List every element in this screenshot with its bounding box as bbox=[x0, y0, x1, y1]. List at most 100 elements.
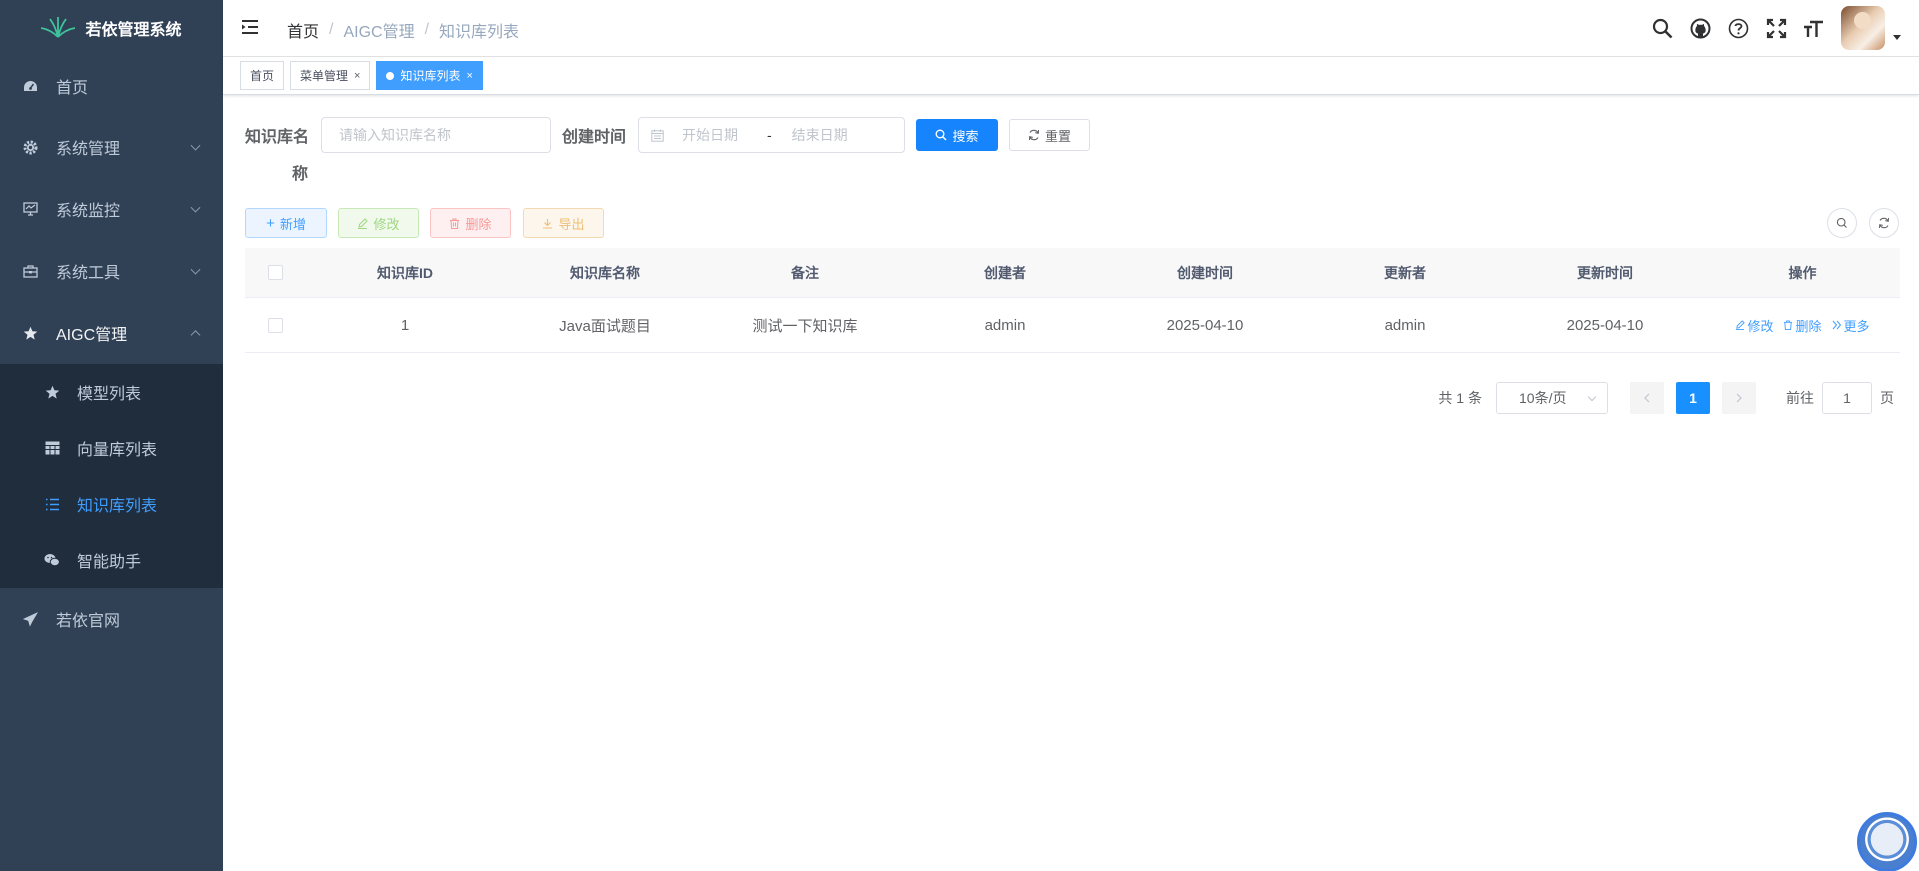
search-button[interactable]: 搜索 bbox=[916, 119, 998, 151]
name-search-input[interactable]: 请输入知识库名称 bbox=[321, 117, 551, 153]
sidebar-item-assistant[interactable]: 智能助手 bbox=[0, 532, 223, 588]
chevron-down-icon bbox=[1587, 392, 1597, 402]
sidebar-item-label: 向量库列表 bbox=[77, 442, 158, 459]
breadcrumb-separator: / bbox=[424, 21, 430, 38]
tag-label: 首页 bbox=[250, 69, 275, 83]
help-icon[interactable] bbox=[1727, 17, 1749, 39]
download-icon bbox=[542, 218, 553, 229]
start-date-input[interactable]: 开始日期 bbox=[682, 125, 762, 145]
export-button[interactable]: 导出 bbox=[523, 208, 604, 238]
sidebar-item-label: 系统管理 bbox=[56, 141, 121, 158]
chat-bot-icon[interactable] bbox=[1857, 812, 1917, 871]
caret-down-icon[interactable] bbox=[1893, 34, 1901, 40]
sidebar-item-system-monitor[interactable]: 系统监控 bbox=[0, 178, 223, 240]
close-icon[interactable]: × bbox=[466, 70, 472, 82]
delete-button[interactable]: 删除 bbox=[430, 208, 511, 238]
list-icon bbox=[44, 496, 60, 512]
goto-label: 前往 bbox=[1786, 390, 1814, 406]
sidebar-item-system-tools[interactable]: 系统工具 bbox=[0, 240, 223, 302]
column-header: 创建时间 bbox=[1177, 264, 1233, 281]
refresh-table-button[interactable] bbox=[1869, 208, 1899, 238]
tag-knowledge-list[interactable]: 知识库列表 × bbox=[376, 61, 483, 90]
page-suffix: 页 bbox=[1880, 390, 1894, 406]
chevron-right-icon bbox=[1736, 393, 1742, 403]
cell-updater: admin bbox=[1384, 316, 1426, 334]
breadcrumb-aigc: AIGC管理 bbox=[343, 24, 415, 41]
sidebar-item-knowledge-list[interactable]: 知识库列表 bbox=[0, 476, 223, 532]
pagination: 共 1 条 10条/页 1 前往 1 页 bbox=[1438, 382, 1894, 414]
search-button-label: 搜索 bbox=[952, 128, 979, 144]
font-size-icon[interactable] bbox=[1803, 17, 1825, 39]
row-more-label: 更多 bbox=[1843, 318, 1870, 334]
monitor-icon bbox=[22, 201, 38, 217]
close-icon[interactable]: × bbox=[354, 70, 360, 82]
column-header: 知识库ID bbox=[377, 264, 433, 281]
tag-home[interactable]: 首页 bbox=[240, 61, 285, 90]
tag-label: 菜单管理 bbox=[300, 69, 349, 83]
gear-icon bbox=[22, 139, 38, 155]
prev-page-button[interactable] bbox=[1630, 382, 1664, 414]
table-header: 知识库ID 知识库名称 备注 创建者 创建时间 更新者 更新时间 操作 bbox=[245, 248, 1900, 298]
search-icon[interactable] bbox=[1651, 17, 1673, 39]
dashboard-icon bbox=[22, 78, 38, 94]
sidebar-item-official-site[interactable]: 若依官网 bbox=[0, 588, 223, 650]
app-title: 若依管理系统 bbox=[85, 22, 182, 39]
sidebar-item-home[interactable]: 首页 bbox=[0, 56, 223, 116]
delete-button-label: 删除 bbox=[465, 216, 492, 232]
fullscreen-icon[interactable] bbox=[1765, 17, 1787, 39]
column-header: 操作 bbox=[1788, 264, 1817, 281]
trash-icon bbox=[449, 218, 460, 229]
sidebar-item-label: 系统工具 bbox=[56, 265, 121, 282]
github-icon[interactable] bbox=[1689, 17, 1711, 39]
toggle-search-button[interactable] bbox=[1827, 208, 1857, 238]
edit-button[interactable]: 修改 bbox=[338, 208, 419, 238]
tag-menu-management[interactable]: 菜单管理 × bbox=[290, 61, 371, 90]
double-arrow-right-icon bbox=[1832, 320, 1841, 330]
sidebar-item-label: 知识库列表 bbox=[77, 498, 158, 515]
breadcrumb-current: 知识库列表 bbox=[439, 24, 520, 41]
next-page-button[interactable] bbox=[1722, 382, 1756, 414]
page-size-select[interactable]: 10条/页 bbox=[1496, 382, 1608, 414]
sidebar-item-model-list[interactable]: 模型列表 bbox=[0, 364, 223, 420]
cell-create-time: 2025-04-10 bbox=[1166, 316, 1244, 334]
sidebar-item-aigc[interactable]: AIGC管理 bbox=[0, 302, 223, 364]
sidebar: 若依管理系统 首页 系统管理 系统监控 系统工具 AIGC管理 模型列表 向量库… bbox=[0, 0, 223, 871]
row-more-link[interactable]: 更多 bbox=[1832, 316, 1870, 335]
avatar[interactable] bbox=[1841, 6, 1885, 50]
row-edit-link[interactable]: 修改 bbox=[1735, 316, 1773, 335]
select-all-checkbox[interactable] bbox=[267, 265, 283, 280]
wechat-icon bbox=[44, 552, 60, 568]
row-delete-link[interactable]: 删除 bbox=[1783, 316, 1822, 335]
reset-button-label: 重置 bbox=[1044, 128, 1071, 144]
edit-icon bbox=[1736, 320, 1746, 330]
knowledge-table: 知识库ID 知识库名称 备注 创建者 创建时间 更新者 更新时间 操作 1 Ja… bbox=[245, 248, 1900, 353]
date-range-picker[interactable]: 开始日期 - 结束日期 bbox=[638, 117, 905, 153]
range-separator: - bbox=[767, 127, 772, 143]
end-date-input[interactable]: 结束日期 bbox=[792, 125, 848, 145]
sidebar-item-label: AIGC管理 bbox=[56, 327, 128, 344]
hamburger-icon[interactable] bbox=[241, 19, 259, 35]
page-number-current[interactable]: 1 bbox=[1676, 382, 1710, 414]
table-row: 1 Java面试题目 测试一下知识库 admin 2025-04-10 admi… bbox=[245, 298, 1900, 353]
logo[interactable]: 若依管理系统 bbox=[0, 0, 223, 56]
edit-icon bbox=[357, 217, 369, 229]
refresh-icon bbox=[1028, 129, 1040, 141]
column-header: 更新者 bbox=[1384, 264, 1426, 281]
breadcrumb-home[interactable]: 首页 bbox=[287, 18, 319, 42]
sidebar-item-system-management[interactable]: 系统管理 bbox=[0, 116, 223, 178]
edit-button-label: 修改 bbox=[373, 216, 400, 232]
chevron-left-icon bbox=[1644, 393, 1650, 403]
tag-label: 知识库列表 bbox=[400, 69, 461, 83]
header-checkbox-cell bbox=[245, 265, 305, 280]
column-header: 知识库名称 bbox=[570, 264, 640, 281]
chevron-down-icon bbox=[190, 264, 201, 275]
star-icon bbox=[44, 384, 60, 400]
sidebar-item-vector-list[interactable]: 向量库列表 bbox=[0, 420, 223, 476]
goto-page-input[interactable]: 1 bbox=[1822, 382, 1872, 414]
add-button[interactable]: + 新增 bbox=[245, 208, 327, 238]
reset-button[interactable]: 重置 bbox=[1009, 119, 1090, 151]
chevron-down-icon bbox=[190, 140, 201, 151]
cell-creator: admin bbox=[984, 316, 1026, 334]
active-dot-icon bbox=[386, 71, 395, 80]
row-checkbox[interactable] bbox=[267, 317, 283, 333]
